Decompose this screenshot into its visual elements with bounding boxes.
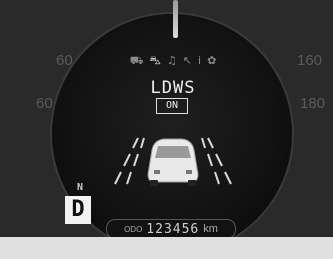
info-icon[interactable]: i	[198, 55, 201, 66]
instrument-cluster: 60 60 160 180 ⛟ ⛍ ♫ ↖ i ✿ LDWS ON N D OD…	[0, 0, 333, 259]
lane-road-illustration	[114, 137, 232, 186]
bottom-band	[0, 237, 333, 259]
previous-gear-indicator: N	[76, 182, 84, 193]
lane-car-icon[interactable]: ⛍	[150, 55, 161, 66]
scale-label-right-high: 160	[297, 52, 323, 69]
scale-label-left-low: 60	[36, 95, 53, 112]
lane-system-title: LDWS	[150, 78, 196, 98]
odometer-display: ODO 123456 km	[106, 219, 236, 239]
odometer-unit: km	[203, 223, 218, 235]
scale-label-left-mid: 60	[56, 52, 73, 69]
vehicle-icon	[147, 138, 199, 186]
scale-label-right-mid: 180	[300, 95, 326, 112]
music-icon[interactable]: ♫	[167, 55, 177, 66]
lane-system-state: ON	[156, 98, 188, 114]
phone-icon[interactable]: ↖	[183, 55, 192, 66]
odometer-value: 123456	[146, 221, 200, 237]
speed-needle	[173, 0, 178, 38]
indicator-icon-row: ⛟ ⛍ ♫ ↖ i ✿	[118, 52, 228, 68]
odometer-label: ODO	[124, 224, 143, 234]
gear-icon[interactable]: ✿	[207, 55, 216, 66]
current-gear-indicator: D	[65, 196, 91, 224]
car-icon[interactable]: ⛟	[130, 55, 144, 66]
